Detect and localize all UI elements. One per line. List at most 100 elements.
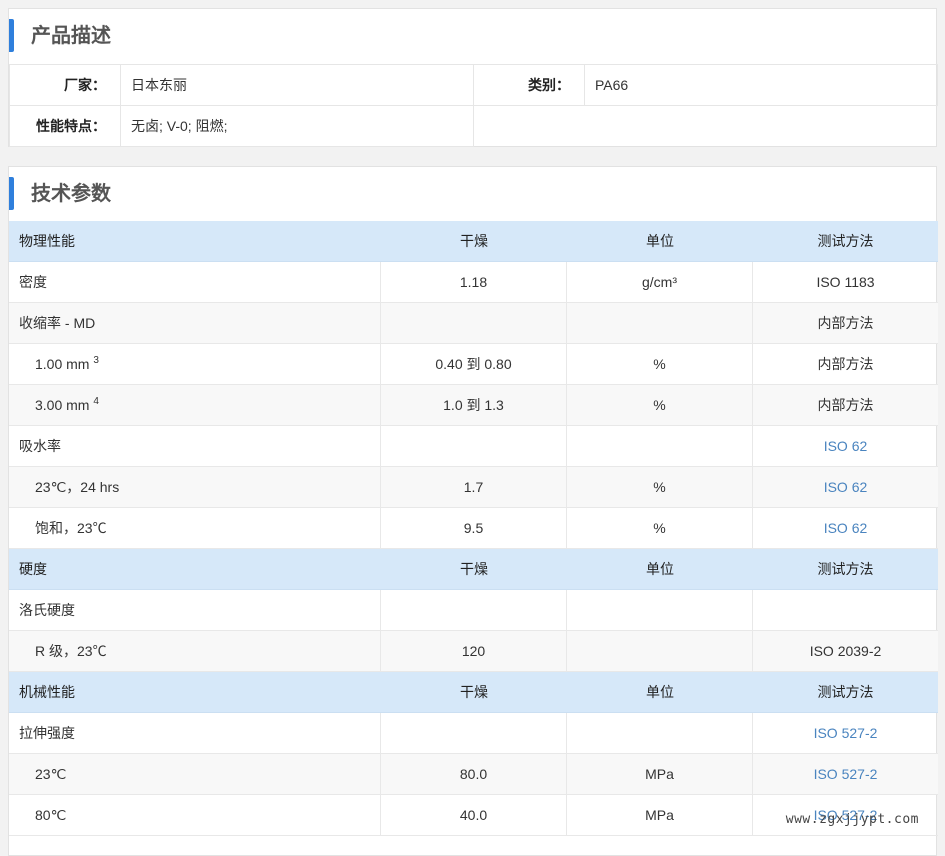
dry-value-cell <box>381 303 567 343</box>
dry-value-text: 120 <box>461 643 486 659</box>
features-value: 无卤; V-0; 阻燃; <box>120 105 474 147</box>
unit-text: % <box>653 356 666 372</box>
unit-cell: 单位 <box>567 221 753 261</box>
dry-value-cell <box>381 426 567 466</box>
dry-value-cell: 干燥 <box>381 549 567 589</box>
table-row: R 级，23℃ 120 ISO 2039-2 <box>9 631 938 672</box>
footnote-marker: 4 <box>93 396 99 407</box>
property-cell: 拉伸强度 <box>9 713 381 753</box>
test-method-text: 测试方法 <box>817 684 874 700</box>
property-text: 物理性能 <box>19 233 75 249</box>
test-method-cell[interactable]: ISO 62 <box>753 508 938 548</box>
features-label: 性能特点： <box>9 105 121 147</box>
category-label: 类别： <box>473 64 585 106</box>
property-cell: 23℃ <box>9 754 381 794</box>
unit-cell <box>567 713 753 753</box>
table-section-header: 物理性能 干燥 单位 测试方法 <box>9 221 938 262</box>
dry-value-cell: 9.5 <box>381 508 567 548</box>
unit-cell: MPa <box>567 795 753 835</box>
unit-cell <box>567 631 753 671</box>
dry-value-text: 干燥 <box>460 561 488 577</box>
table-row: 23℃ 80.0 MPa ISO 527-2 <box>9 754 938 795</box>
table-row: 收缩率 - MD 内部方法 <box>9 303 938 344</box>
unit-cell: % <box>567 467 753 507</box>
property-cell: 吸水率 <box>9 426 381 466</box>
property-cell: 机械性能 <box>9 672 381 712</box>
unit-cell <box>567 426 753 466</box>
unit-text: % <box>653 479 666 495</box>
table-row: 饱和，23℃ 9.5% ISO 62 <box>9 508 938 549</box>
test-method-text[interactable]: ISO 62 <box>824 520 868 536</box>
test-method-text: ISO 1183 <box>816 274 875 290</box>
test-method-text[interactable]: ISO 527-2 <box>814 766 878 782</box>
property-cell: 23℃，24 hrs <box>9 467 381 507</box>
test-method-text: ISO 2039-2 <box>809 643 882 659</box>
test-method-cell: 测试方法 <box>753 221 938 261</box>
table-row: 3.00 mm 4 1.0 到 1.3% 内部方法 <box>9 385 938 426</box>
dry-value-cell: 干燥 <box>381 221 567 261</box>
section-title: 产品描述 <box>31 25 111 47</box>
property-text: 密度 <box>19 274 47 290</box>
technical-parameters-panel: 技术参数 物理性能 干燥 单位 测试方法 密度 1.18 g/cm³ ISO 1183 收缩率 … <box>8 166 938 856</box>
test-method-cell[interactable]: ISO 527-2 <box>753 713 938 753</box>
unit-text: MPa <box>645 807 674 823</box>
dry-value-text: 9.5 <box>463 520 484 536</box>
test-method-cell <box>753 590 938 630</box>
unit-text: % <box>653 520 666 536</box>
dry-value-text: 0.40 到 0.80 <box>435 356 512 372</box>
table-section-header: 硬度 干燥 单位 测试方法 <box>9 549 938 590</box>
property-text: 洛氏硬度 <box>19 602 75 618</box>
test-method-cell: 测试方法 <box>753 672 938 712</box>
test-method-text[interactable]: ISO 527-2 <box>814 725 878 741</box>
unit-text: 单位 <box>646 684 674 700</box>
test-method-text[interactable]: ISO 62 <box>824 479 868 495</box>
property-text: 80℃ <box>35 807 67 823</box>
dry-value-text: 干燥 <box>460 233 488 249</box>
dry-value-cell: 1.0 到 1.3 <box>381 385 567 425</box>
table-row: 拉伸强度 ISO 527-2 <box>9 713 938 754</box>
unit-cell: MPa <box>567 754 753 794</box>
test-method-text: 内部方法 <box>817 356 874 372</box>
unit-cell: % <box>567 508 753 548</box>
unit-cell <box>567 303 753 343</box>
property-text: 收缩率 - MD <box>19 315 96 331</box>
unit-text: 单位 <box>646 561 674 577</box>
property-cell: 密度 <box>9 262 381 302</box>
dry-value-text: 1.7 <box>463 479 484 495</box>
table-row: 洛氏硬度 <box>9 590 938 631</box>
product-description-header: 产品描述 <box>9 9 936 63</box>
test-method-text[interactable]: ISO 62 <box>824 438 868 454</box>
unit-cell: % <box>567 344 753 384</box>
property-text: 1.00 mm <box>35 356 90 372</box>
section-accent-bar <box>9 177 14 210</box>
unit-cell: g/cm³ <box>567 262 753 302</box>
footnote-marker: 3 <box>93 355 99 366</box>
dry-value-text: 1.18 <box>459 274 488 290</box>
dry-value-cell: 0.40 到 0.80 <box>381 344 567 384</box>
unit-text: 单位 <box>646 233 674 249</box>
test-method-cell: 内部方法 <box>753 344 938 384</box>
property-text: 23℃，24 hrs <box>35 479 120 495</box>
dry-value-text: 80.0 <box>459 766 488 782</box>
test-method-text: 内部方法 <box>817 397 874 413</box>
table-row: 吸水率 ISO 62 <box>9 426 938 467</box>
section-title: 技术参数 <box>31 183 111 205</box>
test-method-cell[interactable]: ISO 527-2 <box>753 754 938 794</box>
product-info-grid: 厂家： 日本东丽 类别： PA66 性能特点： 无卤; V-0; 阻燃; <box>9 64 938 147</box>
product-description-panel: 产品描述 厂家： 日本东丽 类别： PA66 性能特点： 无卤; V-0; 阻燃… <box>8 8 938 147</box>
technical-parameters-table: 物理性能 干燥 单位 测试方法 密度 1.18 g/cm³ ISO 1183 收缩率 - MD 内… <box>9 221 938 836</box>
technical-parameters-header: 技术参数 <box>9 167 936 221</box>
test-method-cell: ISO 1183 <box>753 262 938 302</box>
property-cell: 硬度 <box>9 549 381 589</box>
dry-value-text: 40.0 <box>459 807 488 823</box>
property-text: 吸水率 <box>19 438 61 454</box>
test-method-cell[interactable]: ISO 62 <box>753 467 938 507</box>
property-text: 饱和，23℃ <box>35 520 107 536</box>
unit-text: MPa <box>645 766 674 782</box>
watermark: www.zgxjjypt.com <box>785 812 919 827</box>
dry-value-cell <box>381 713 567 753</box>
property-cell: 饱和，23℃ <box>9 508 381 548</box>
test-method-text: 内部方法 <box>817 315 874 331</box>
property-text: 拉伸强度 <box>19 725 75 741</box>
test-method-cell[interactable]: ISO 62 <box>753 426 938 466</box>
